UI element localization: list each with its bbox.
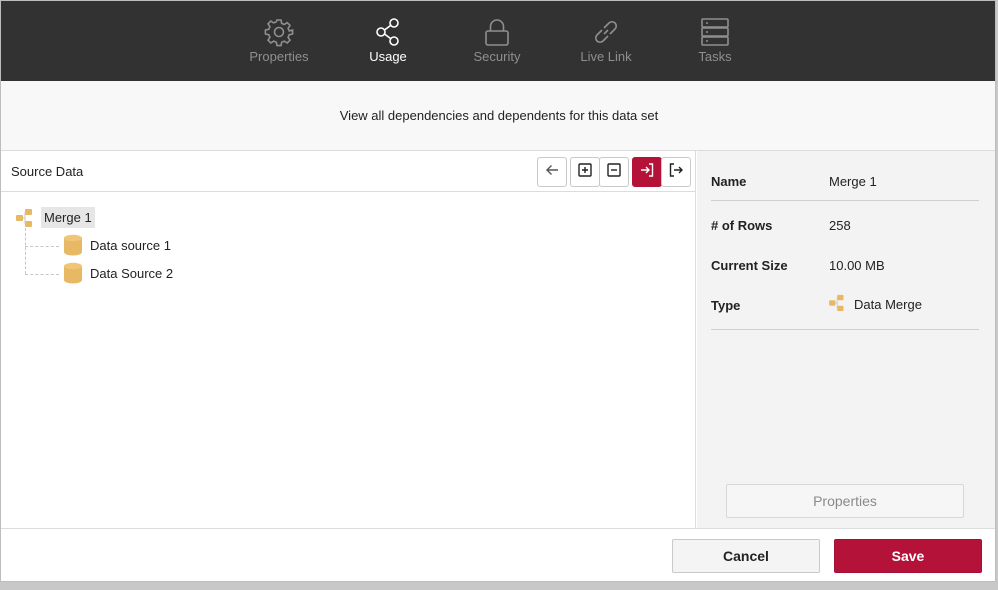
tab-label: Usage: [369, 49, 407, 64]
top-tab-bar: Properties Usage Security Live Link Task…: [1, 1, 995, 81]
server-icon: [700, 17, 730, 47]
merge-icon: [829, 294, 849, 314]
panel-title: Source Data: [11, 164, 84, 179]
tree-connector: [25, 228, 26, 274]
page-subtitle: View all dependencies and dependents for…: [1, 81, 995, 151]
detail-value: Merge 1: [829, 174, 877, 189]
save-button[interactable]: Save: [834, 539, 982, 573]
share-icon: [373, 17, 403, 47]
tab-tasks[interactable]: Tasks: [663, 1, 767, 81]
tab-properties[interactable]: Properties: [227, 1, 331, 81]
collapse-all-button[interactable]: [599, 157, 629, 187]
dependencies-icon: [639, 162, 655, 183]
expand-all-button[interactable]: [570, 157, 600, 187]
detail-label: # of Rows: [711, 218, 773, 233]
dependency-tree: Merge 1 Data source 1 Data Source 2: [1, 192, 695, 528]
tree-node-label: Merge 1: [41, 207, 95, 228]
divider: [711, 329, 979, 330]
database-icon: [63, 234, 83, 256]
merge-icon: [16, 208, 38, 228]
source-data-panel: Source Data Merge 1 Data source 1 Data S…: [1, 151, 696, 528]
collapse-all-icon: [606, 162, 622, 183]
tree-node-child[interactable]: Data source 1: [63, 234, 171, 256]
tree-node-label: Data source 1: [90, 237, 171, 253]
tab-label: Properties: [249, 49, 309, 64]
database-icon: [63, 262, 83, 284]
tab-security[interactable]: Security: [445, 1, 549, 81]
detail-label: Type: [711, 298, 741, 313]
details-panel: Name Merge 1 # of Rows 258 Current Size …: [697, 151, 995, 528]
panel-header: Source Data: [1, 151, 695, 192]
expand-all-icon: [577, 162, 593, 183]
tree-node-label: Data Source 2: [90, 265, 174, 281]
divider: [711, 200, 979, 201]
tree-node-root[interactable]: Merge 1: [16, 207, 95, 228]
dependents-icon: [668, 162, 684, 183]
back-arrow-icon: [544, 162, 560, 183]
tab-label: Security: [473, 49, 521, 64]
back-button[interactable]: [537, 157, 567, 187]
properties-button[interactable]: Properties: [726, 484, 964, 518]
dialog: Properties Usage Security Live Link Task…: [0, 0, 996, 582]
detail-row-type: Type Data Merge: [711, 294, 979, 316]
tree-connector: [25, 246, 59, 247]
tree-node-child[interactable]: Data Source 2: [63, 262, 173, 284]
link-icon: [591, 17, 621, 47]
detail-value: 258: [829, 218, 851, 233]
cancel-button[interactable]: Cancel: [672, 539, 820, 573]
dialog-footer: Cancel Save: [1, 528, 995, 581]
tab-label: Tasks: [698, 49, 732, 64]
dependents-button[interactable]: [661, 157, 691, 187]
detail-value-type: Data Merge: [829, 294, 922, 314]
detail-row-rows: # of Rows 258: [711, 218, 979, 236]
dependencies-button[interactable]: [632, 157, 662, 187]
tab-live-link[interactable]: Live Link: [554, 1, 658, 81]
lock-icon: [482, 17, 512, 47]
detail-value: 10.00 MB: [829, 258, 885, 273]
tab-label: Live Link: [580, 49, 632, 64]
detail-row-name: Name Merge 1: [711, 174, 979, 192]
tab-usage[interactable]: Usage: [336, 1, 440, 81]
tree-connector: [25, 274, 59, 275]
gear-icon: [264, 17, 294, 47]
detail-row-size: Current Size 10.00 MB: [711, 258, 979, 276]
detail-label: Name: [711, 174, 747, 189]
type-text: Data Merge: [854, 296, 922, 312]
detail-label: Current Size: [711, 258, 788, 273]
